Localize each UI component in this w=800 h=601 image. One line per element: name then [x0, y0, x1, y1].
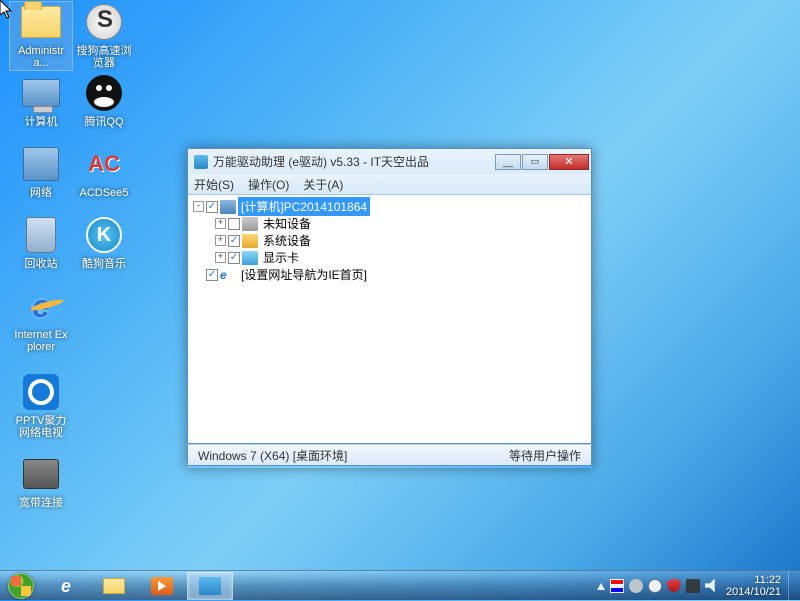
desktop-icon-admin[interactable]: Administra... — [10, 2, 72, 70]
show-desktop-button[interactable] — [788, 571, 796, 601]
tray-icon[interactable] — [686, 579, 700, 593]
display-icon — [242, 251, 258, 265]
icon-label: PPTV聚力 网络电视 — [10, 414, 72, 440]
ie-icon: e — [220, 268, 236, 282]
desktop-icon-sogou[interactable]: 搜狗高速浏览器 — [73, 2, 135, 70]
checkbox[interactable]: ✓ — [206, 269, 218, 281]
expander-icon[interactable]: - — [193, 201, 204, 212]
taskbar-explorer[interactable] — [91, 572, 137, 600]
taskbar: e 11:22 2014/10/21 — [0, 570, 800, 600]
computer-icon — [20, 73, 62, 113]
menu-about[interactable]: 关于(A) — [303, 176, 343, 193]
ie-icon: e — [61, 576, 71, 597]
expander-icon[interactable]: + — [215, 218, 226, 229]
device-tree[interactable]: - ✓ [计算机]PC2014101864 + 未知设备 + ✓ 系统设备 + … — [187, 194, 592, 444]
icon-label: Administra... — [10, 44, 72, 70]
clock-date: 2014/10/21 — [726, 586, 781, 598]
tray-overflow-icon[interactable] — [597, 583, 605, 590]
desktop-icon-network[interactable]: 网络 — [10, 144, 72, 200]
taskbar-wmp[interactable] — [139, 572, 185, 600]
menu-start[interactable]: 开始(S) — [194, 176, 234, 193]
tray-icon[interactable] — [648, 579, 662, 593]
icon-label: 腾讯QQ — [73, 115, 135, 129]
wmp-icon — [151, 577, 173, 595]
app-icon — [199, 577, 221, 595]
icon-label: ACDSee5 — [73, 186, 135, 200]
network-icon — [20, 144, 62, 184]
system-tray: 11:22 2014/10/21 — [593, 571, 800, 600]
window-title: 万能驱动助理 (e驱动) v5.33 - IT天空出品 — [213, 153, 495, 170]
tray-icon[interactable] — [629, 579, 643, 593]
acdsee-icon: AC — [83, 144, 125, 184]
expander-icon[interactable]: + — [215, 235, 226, 246]
desktop-icon-computer[interactable]: 计算机 — [10, 73, 72, 129]
folder-icon — [20, 2, 62, 42]
status-left: Windows 7 (X64) [桌面环境] — [198, 447, 347, 464]
menubar: 开始(S) 操作(O) 关于(A) — [188, 174, 591, 194]
checkbox[interactable]: ✓ — [228, 252, 240, 264]
checkbox[interactable]: ✓ — [228, 235, 240, 247]
clock[interactable]: 11:22 2014/10/21 — [724, 574, 783, 598]
desktop-icon-acdsee[interactable]: AC ACDSee5 — [73, 144, 135, 200]
computer-icon — [220, 200, 236, 214]
globe-icon — [83, 2, 125, 42]
minimize-button[interactable]: __ — [495, 154, 521, 170]
maximize-button[interactable]: ▭ — [522, 154, 548, 170]
taskbar-driver-assistant[interactable] — [187, 572, 233, 600]
taskbar-ie[interactable]: e — [43, 572, 89, 600]
clock-time: 11:22 — [726, 574, 781, 586]
icon-label: 宽带连接 — [10, 496, 72, 510]
tree-node-iehome[interactable]: [设置网址导航为IE首页] — [238, 265, 370, 284]
folder-icon — [103, 578, 125, 594]
unknown-device-icon — [242, 217, 258, 231]
menu-action[interactable]: 操作(O) — [248, 176, 289, 193]
system-device-icon — [242, 234, 258, 248]
expander-icon[interactable]: + — [215, 252, 226, 263]
close-button[interactable]: ✕ — [549, 154, 589, 170]
checkbox[interactable] — [228, 218, 240, 230]
k-icon: K — [83, 215, 125, 255]
window-chrome: 万能驱动助理 (e驱动) v5.33 - IT天空出品 __ ▭ ✕ 开始(S)… — [187, 148, 592, 194]
icon-label: 酷狗音乐 — [73, 257, 135, 271]
action-center-icon[interactable] — [610, 579, 624, 593]
ie-icon: e — [20, 286, 62, 326]
statusbar: Windows 7 (X64) [桌面环境] 等待用户操作 — [187, 444, 592, 466]
status-right: 等待用户操作 — [509, 447, 581, 464]
start-button[interactable] — [0, 571, 42, 600]
icon-label: 回收站 — [10, 257, 72, 271]
dial-icon — [20, 454, 62, 494]
desktop-icon-pptv[interactable]: PPTV聚力 网络电视 — [10, 372, 72, 440]
driver-assistant-window: 万能驱动助理 (e驱动) v5.33 - IT天空出品 __ ▭ ✕ 开始(S)… — [187, 148, 592, 468]
app-icon — [194, 155, 208, 169]
desktop-icon-ie-desktop[interactable]: eInternet Explorer — [10, 286, 72, 354]
desktop-icon-dialup[interactable]: 宽带连接 — [10, 454, 72, 510]
pptv-icon — [20, 372, 62, 412]
icon-label: 搜狗高速浏览器 — [73, 44, 135, 70]
volume-icon[interactable] — [705, 579, 719, 593]
security-icon[interactable] — [667, 579, 681, 593]
desktop-icon-kugou[interactable]: K 酷狗音乐 — [73, 215, 135, 271]
icon-label: 网络 — [10, 186, 72, 200]
icon-label: 计算机 — [10, 115, 72, 129]
desktop-icon-recycle[interactable]: 回收站 — [10, 215, 72, 271]
icon-label: Internet Explorer — [10, 328, 72, 354]
bin-icon — [20, 215, 62, 255]
checkbox[interactable]: ✓ — [206, 201, 218, 213]
titlebar[interactable]: 万能驱动助理 (e驱动) v5.33 - IT天空出品 __ ▭ ✕ — [188, 149, 591, 174]
desktop-icon-qq[interactable]: 腾讯QQ — [73, 73, 135, 129]
qq-icon — [83, 73, 125, 113]
